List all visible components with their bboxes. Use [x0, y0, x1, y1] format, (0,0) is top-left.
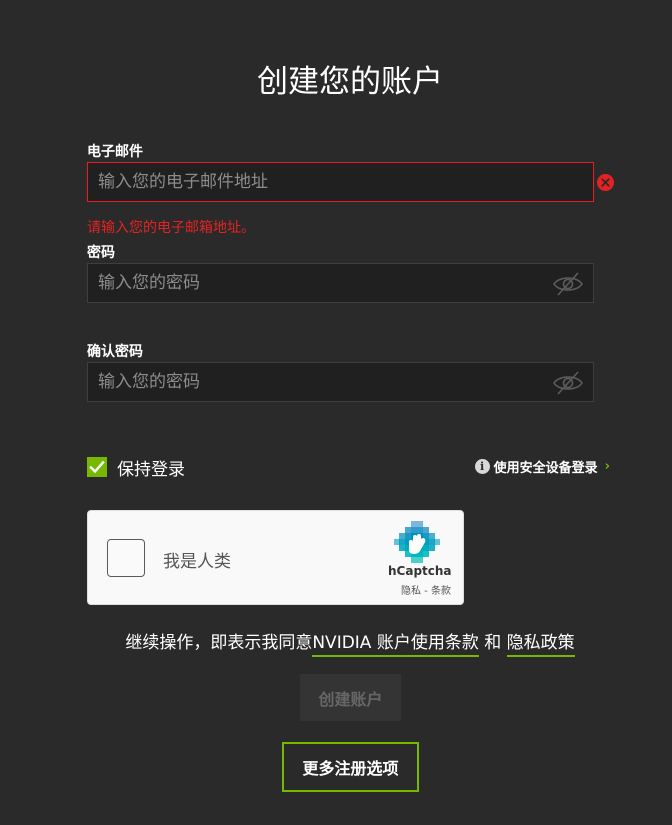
checkmark-icon — [89, 460, 105, 474]
page-title: 创建您的账户 — [257, 64, 443, 100]
confirm-password-label: 确认密码 — [87, 344, 143, 360]
password-label: 密码 — [87, 245, 115, 261]
secure-device-login-link[interactable]: i 使用安全设备登录 › — [474, 457, 610, 476]
terms-prefix: 继续操作，即表示我同意 — [125, 633, 313, 653]
email-field[interactable] — [88, 163, 593, 201]
chevron-right-icon: › — [604, 459, 610, 474]
confirm-password-field-wrapper — [87, 362, 594, 402]
captcha-widget: 我是人类 hCaptcha 隐私 - 条款 — [87, 510, 464, 605]
captcha-privacy-link[interactable]: 隐私 — [401, 586, 421, 597]
create-account-button[interactable]: 创建账户 — [300, 674, 401, 721]
terms-notice: 继续操作，即表示我同意NVIDIA 账户使用条款 和 隐私政策 — [0, 628, 672, 657]
email-label: 电子邮件 — [87, 144, 143, 160]
privacy-policy-link[interactable]: 隐私政策 — [506, 633, 575, 657]
info-icon: i — [474, 459, 490, 474]
hcaptcha-brand: hCaptcha — [388, 564, 452, 578]
confirm-password-field[interactable] — [88, 363, 593, 401]
captcha-terms-link[interactable]: 条款 — [431, 586, 451, 597]
error-icon — [597, 174, 614, 191]
terms-of-use-link[interactable]: NVIDIA 账户使用条款 — [312, 633, 479, 657]
captcha-checkbox[interactable] — [107, 539, 145, 577]
captcha-links: 隐私 - 条款 — [401, 582, 451, 597]
captcha-label: 我是人类 — [163, 552, 231, 572]
hcaptcha-logo-icon — [394, 521, 440, 563]
email-error-message: 请输入您的电子邮箱地址。 — [87, 220, 255, 236]
keep-signed-in-label: 保持登录 — [117, 459, 185, 480]
keep-signed-in-checkbox[interactable]: 保持登录 — [87, 456, 185, 480]
password-field-wrapper — [87, 263, 594, 303]
email-field-wrapper — [87, 162, 594, 202]
checkbox-checked[interactable] — [87, 457, 107, 477]
more-signup-options-button[interactable]: 更多注册选项 — [282, 742, 419, 792]
eye-slash-icon[interactable] — [553, 371, 583, 395]
terms-and: 和 — [478, 633, 507, 653]
password-field[interactable] — [88, 264, 593, 302]
eye-slash-icon[interactable] — [553, 272, 583, 296]
secure-device-login-label: 使用安全设备登录 — [493, 461, 598, 476]
captcha-separator: - — [421, 586, 431, 597]
